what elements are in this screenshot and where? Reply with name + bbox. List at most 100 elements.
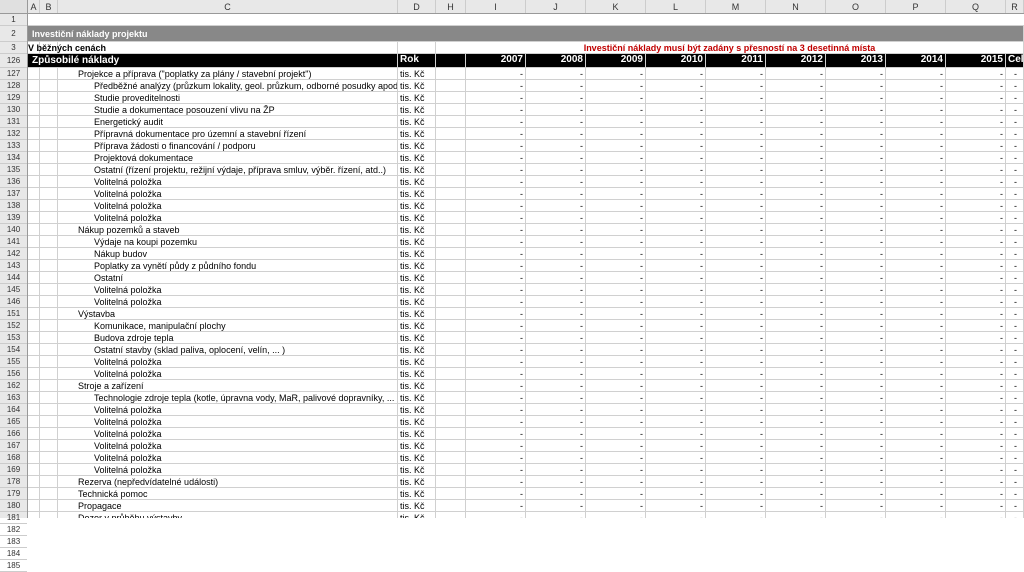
description-cell[interactable]: Volitelná položka (58, 464, 398, 475)
unit-cell[interactable]: tis. Kč (398, 284, 436, 295)
year-cell[interactable]: - (646, 260, 706, 271)
total-cell[interactable]: - (1006, 200, 1024, 211)
year-cell[interactable]: - (946, 476, 1006, 487)
year-cell[interactable]: - (586, 404, 646, 415)
year-cell[interactable]: - (946, 236, 1006, 247)
year-cell[interactable]: - (706, 224, 766, 235)
year-cell[interactable]: - (706, 500, 766, 511)
year-cell[interactable]: - (586, 512, 646, 518)
row-header[interactable]: 156 (0, 368, 27, 380)
year-cell[interactable]: - (706, 464, 766, 475)
year-cell[interactable]: - (766, 260, 826, 271)
total-cell[interactable]: - (1006, 128, 1024, 139)
year-cell[interactable]: - (826, 116, 886, 127)
total-cell[interactable]: - (1006, 404, 1024, 415)
year-cell[interactable]: - (766, 440, 826, 451)
year-cell[interactable]: - (766, 164, 826, 175)
total-cell[interactable]: - (1006, 140, 1024, 151)
cell[interactable] (28, 236, 40, 247)
year-cell[interactable]: - (586, 488, 646, 499)
year-cell[interactable]: - (946, 284, 1006, 295)
year-cell[interactable]: - (526, 236, 586, 247)
cell[interactable] (40, 284, 58, 295)
year-cell[interactable]: - (706, 260, 766, 271)
year-cell[interactable]: - (526, 152, 586, 163)
year-cell[interactable]: - (766, 404, 826, 415)
description-cell[interactable]: Volitelná položka (58, 200, 398, 211)
year-cell[interactable]: - (946, 392, 1006, 403)
year-cell[interactable]: - (886, 68, 946, 79)
col-header[interactable]: Q (946, 0, 1006, 13)
cell[interactable] (28, 428, 40, 439)
cell[interactable] (436, 152, 466, 163)
row-header[interactable]: 128 (0, 80, 27, 92)
row-header[interactable]: 155 (0, 356, 27, 368)
row-header[interactable]: 126 (0, 54, 27, 68)
year-cell[interactable]: - (946, 128, 1006, 139)
year-cell[interactable]: - (886, 404, 946, 415)
year-cell[interactable]: - (526, 464, 586, 475)
year-cell[interactable]: - (586, 344, 646, 355)
cell[interactable] (436, 404, 466, 415)
year-cell[interactable]: - (646, 500, 706, 511)
cell[interactable] (436, 128, 466, 139)
year-cell[interactable]: - (766, 152, 826, 163)
year-cell[interactable]: - (526, 140, 586, 151)
year-cell[interactable]: - (706, 332, 766, 343)
year-cell[interactable]: - (946, 452, 1006, 463)
year-cell[interactable]: - (646, 212, 706, 223)
year-cell[interactable]: - (946, 512, 1006, 518)
unit-cell[interactable]: tis. Kč (398, 428, 436, 439)
unit-cell[interactable]: tis. Kč (398, 260, 436, 271)
year-cell[interactable]: - (646, 452, 706, 463)
description-cell[interactable]: Stroje a zařízení (58, 380, 398, 391)
year-cell[interactable]: - (766, 464, 826, 475)
unit-cell[interactable]: tis. Kč (398, 68, 436, 79)
year-cell[interactable]: - (946, 332, 1006, 343)
year-cell[interactable]: - (706, 212, 766, 223)
year-cell[interactable]: - (886, 512, 946, 518)
total-cell[interactable]: - (1006, 416, 1024, 427)
year-cell[interactable]: - (466, 116, 526, 127)
year-cell[interactable]: - (646, 116, 706, 127)
cell[interactable] (436, 140, 466, 151)
year-cell[interactable]: - (826, 404, 886, 415)
description-cell[interactable]: Propagace (58, 500, 398, 511)
total-cell[interactable]: - (1006, 224, 1024, 235)
row-header[interactable]: 145 (0, 284, 27, 296)
year-cell[interactable]: - (646, 104, 706, 115)
year-cell[interactable]: - (826, 416, 886, 427)
unit-cell[interactable]: tis. Kč (398, 368, 436, 379)
description-cell[interactable]: Volitelná položka (58, 296, 398, 307)
row-header[interactable]: 179 (0, 488, 27, 500)
year-cell[interactable]: - (946, 116, 1006, 127)
year-cell[interactable]: - (586, 296, 646, 307)
year-cell[interactable]: - (646, 140, 706, 151)
row-header[interactable]: 134 (0, 152, 27, 164)
year-cell[interactable]: - (886, 320, 946, 331)
year-cell[interactable]: - (826, 440, 886, 451)
year-cell[interactable]: - (646, 284, 706, 295)
year-cell[interactable]: - (706, 368, 766, 379)
description-cell[interactable]: Nákup budov (58, 248, 398, 259)
year-cell[interactable]: - (646, 476, 706, 487)
col-header[interactable]: J (526, 0, 586, 13)
year-cell[interactable]: - (826, 272, 886, 283)
cell[interactable] (40, 308, 58, 319)
cell[interactable] (28, 188, 40, 199)
year-cell[interactable]: - (766, 368, 826, 379)
cell[interactable] (40, 116, 58, 127)
unit-cell[interactable]: tis. Kč (398, 176, 436, 187)
year-cell[interactable]: - (886, 452, 946, 463)
year-cell[interactable]: - (586, 260, 646, 271)
year-cell[interactable]: - (886, 248, 946, 259)
description-cell[interactable]: Poplatky za vynětí půdy z půdního fondu (58, 260, 398, 271)
year-cell[interactable]: - (586, 248, 646, 259)
year-cell[interactable]: - (886, 176, 946, 187)
year-cell[interactable]: - (526, 392, 586, 403)
year-cell[interactable]: - (826, 512, 886, 518)
year-cell[interactable]: - (886, 236, 946, 247)
unit-cell[interactable]: tis. Kč (398, 236, 436, 247)
year-cell[interactable]: - (826, 140, 886, 151)
cell[interactable] (28, 452, 40, 463)
